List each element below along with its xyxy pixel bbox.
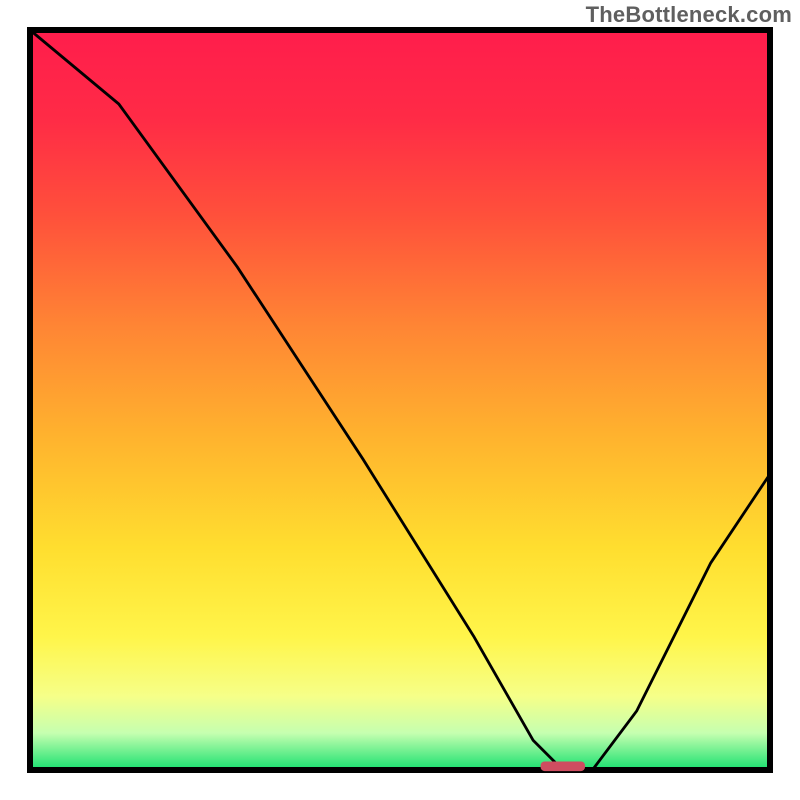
bottleneck-chart: [0, 0, 800, 800]
watermark-text: TheBottleneck.com: [586, 2, 792, 28]
optimal-marker: [541, 762, 585, 772]
chart-stage: TheBottleneck.com: [0, 0, 800, 800]
gradient-background: [30, 30, 770, 770]
